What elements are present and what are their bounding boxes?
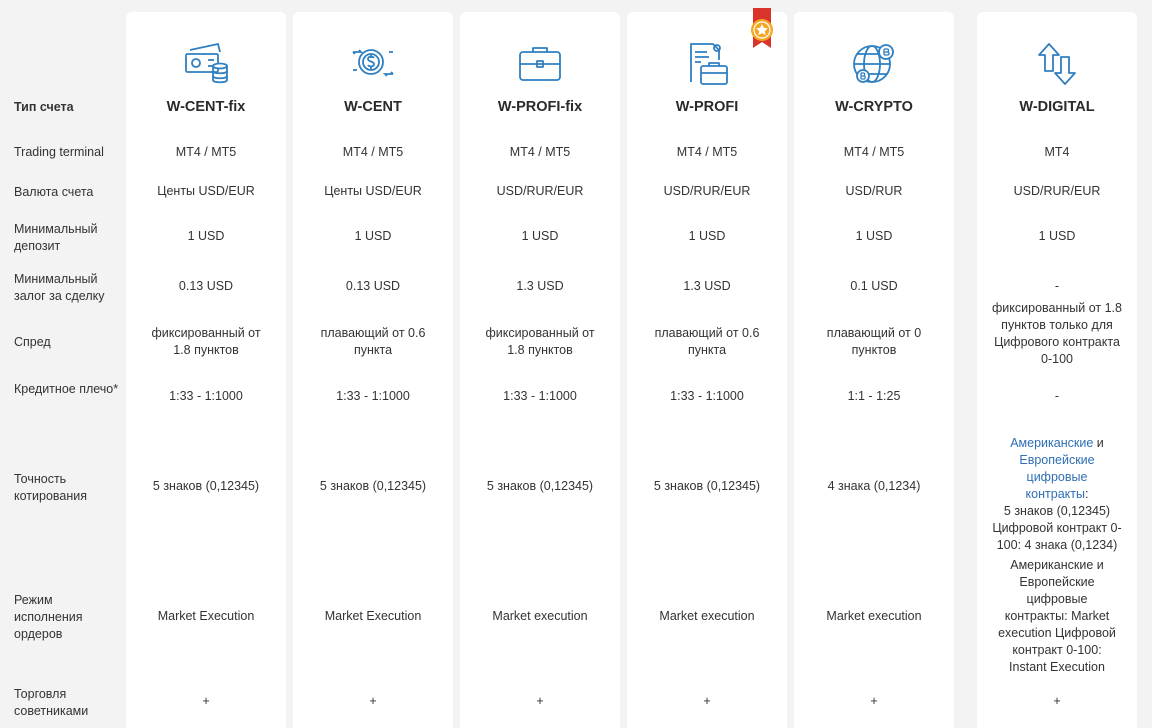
precision-digits-text: 5 знаков (0,12345) bbox=[1003, 504, 1111, 518]
terminal-value: MT4 bbox=[1044, 145, 1070, 159]
account-card-w-profi-fix[interactable]: W-PROFI-fix MT4 / MT5 USD/RUR/EUR 1 USD … bbox=[460, 12, 620, 728]
account-card-w-cent[interactable]: W-CENT MT4 / MT5 Центы USD/EUR 1 USD 0.1… bbox=[293, 12, 453, 728]
spread-value: плавающий от 0 пунктов bbox=[826, 326, 922, 357]
advisors-value: + bbox=[369, 694, 377, 708]
account-card-w-crypto[interactable]: W-CRYPTO MT4 / MT5 USD/RUR 1 USD 0.1 USD… bbox=[794, 12, 954, 728]
currency-value: Центы USD/EUR bbox=[324, 184, 422, 198]
money-coins-icon bbox=[182, 40, 230, 88]
min-deposit-value: 1 USD bbox=[1038, 229, 1076, 243]
min-deposit-value: 1 USD bbox=[354, 229, 392, 243]
terminal-value: MT4 / MT5 bbox=[843, 145, 905, 159]
min-margin-value: 1.3 USD bbox=[683, 279, 731, 293]
account-name: W-DIGITAL bbox=[1019, 99, 1095, 115]
terminal-value: MT4 / MT5 bbox=[509, 145, 571, 159]
leverage-value: 1:33 - 1:1000 bbox=[503, 389, 577, 403]
execution-value: Market execution bbox=[659, 609, 755, 623]
min-deposit-value: 1 USD bbox=[688, 229, 726, 243]
leverage-value: 1:33 - 1:1000 bbox=[336, 389, 410, 403]
label-expert-advisors: Торговля советниками bbox=[14, 687, 89, 718]
currency-value: USD/RUR/EUR bbox=[1013, 184, 1101, 198]
terminal-value: MT4 / MT5 bbox=[175, 145, 237, 159]
precision-value: 5 знаков (0,12345) bbox=[319, 479, 427, 493]
label-account-type: Тип счета bbox=[14, 100, 74, 114]
precision-value: 5 знаков (0,12345) bbox=[653, 479, 761, 493]
precision-value: Американские и Европейские цифровые конт… bbox=[981, 435, 1133, 554]
label-execution-mode: Режим исполнения ордеров bbox=[14, 593, 83, 641]
spread-value: фиксированный от 1.8 пунктов bbox=[485, 326, 595, 357]
precision-value: 5 знаков (0,12345) bbox=[152, 479, 260, 493]
coins-exchange-icon bbox=[349, 40, 397, 88]
precision-value: 5 знаков (0,12345) bbox=[486, 479, 594, 493]
label-min-deposit: Минимальный депозит bbox=[14, 222, 98, 253]
currency-value: USD/RUR/EUR bbox=[496, 184, 584, 198]
account-name: W-CENT-fix bbox=[166, 99, 246, 115]
label-trading-terminal: Trading terminal bbox=[14, 145, 104, 159]
leverage-value: 1:33 - 1:1000 bbox=[169, 389, 243, 403]
leverage-value: - bbox=[1054, 389, 1060, 403]
label-quote-precision: Точность котирования bbox=[14, 472, 88, 503]
min-deposit-value: 1 USD bbox=[187, 229, 225, 243]
account-name: W-CENT bbox=[344, 99, 402, 115]
label-min-margin: Минимальный залог за сделку bbox=[14, 272, 105, 303]
label-account-currency: Валюта счета bbox=[14, 185, 94, 199]
terminal-value: MT4 / MT5 bbox=[676, 145, 738, 159]
execution-value: Market execution bbox=[826, 609, 922, 623]
account-card-w-digital[interactable]: W-DIGITAL MT4 USD/RUR/EUR 1 USD - фиксир… bbox=[977, 12, 1137, 728]
spread-value: фиксированный от 1.8 пунктов только для … bbox=[992, 301, 1122, 366]
leverage-value: 1:33 - 1:1000 bbox=[670, 389, 744, 403]
advisors-value: + bbox=[202, 694, 210, 708]
account-name: W-PROFI bbox=[675, 99, 739, 115]
label-spread: Спред bbox=[14, 335, 51, 349]
execution-value: Американские и Европейские цифровые конт… bbox=[998, 558, 1116, 674]
advisors-value: + bbox=[870, 694, 878, 708]
currency-value: USD/RUR/EUR bbox=[663, 184, 751, 198]
account-name: W-PROFI-fix bbox=[497, 99, 583, 115]
label-leverage: Кредитное плечо* bbox=[14, 382, 119, 396]
precision-colon: : bbox=[1084, 487, 1089, 501]
execution-value: Market Execution bbox=[324, 609, 422, 623]
globe-bitcoin-icon bbox=[850, 40, 898, 88]
account-name: W-CRYPTO bbox=[835, 99, 913, 115]
account-card-w-profi[interactable]: W-PROFI MT4 / MT5 USD/RUR/EUR 1 USD 1.3 … bbox=[627, 8, 787, 728]
arrows-up-down-icon bbox=[1033, 40, 1081, 88]
row-labels: Тип счета Trading terminal Валюта счета … bbox=[0, 0, 126, 728]
precision-value: 4 знака (0,1234) bbox=[827, 479, 921, 493]
currency-value: USD/RUR bbox=[845, 184, 903, 198]
currency-value: Центы USD/EUR bbox=[157, 184, 255, 198]
precision-and-text: и bbox=[1093, 436, 1104, 450]
min-margin-value: 1.3 USD bbox=[516, 279, 564, 293]
terminal-value: MT4 / MT5 bbox=[342, 145, 404, 159]
award-badge-icon bbox=[747, 8, 777, 52]
spread-value: плавающий от 0.6 пункта bbox=[320, 326, 426, 357]
execution-value: Market Execution bbox=[157, 609, 255, 623]
min-deposit-value: 1 USD bbox=[521, 229, 559, 243]
spread-value: фиксированный от 1.8 пунктов bbox=[151, 326, 261, 357]
european-contracts-link[interactable]: Европейские цифровые контракты bbox=[1019, 453, 1094, 501]
account-card-w-cent-fix[interactable]: W-CENT-fix MT4 / MT5 Центы USD/EUR 1 USD… bbox=[126, 12, 286, 728]
briefcase-document-icon bbox=[683, 40, 731, 88]
min-deposit-value: 1 USD bbox=[855, 229, 893, 243]
advisors-value: + bbox=[1053, 694, 1061, 708]
min-margin-value: - bbox=[1054, 279, 1060, 293]
spread-value: плавающий от 0.6 пункта bbox=[654, 326, 760, 357]
min-margin-value: 0.1 USD bbox=[850, 279, 898, 293]
execution-value: Market execution bbox=[492, 609, 588, 623]
min-margin-value: 0.13 USD bbox=[178, 279, 234, 293]
min-margin-value: 0.13 USD bbox=[345, 279, 401, 293]
advisors-value: + bbox=[703, 694, 711, 708]
american-contracts-link[interactable]: Американские bbox=[1010, 436, 1093, 450]
leverage-value: 1:1 - 1:25 bbox=[847, 389, 901, 403]
advisors-value: + bbox=[536, 694, 544, 708]
briefcase-icon bbox=[516, 40, 564, 88]
precision-digital-contract-text: Цифровой контракт 0-100: 4 знака (0,1234… bbox=[992, 521, 1122, 552]
